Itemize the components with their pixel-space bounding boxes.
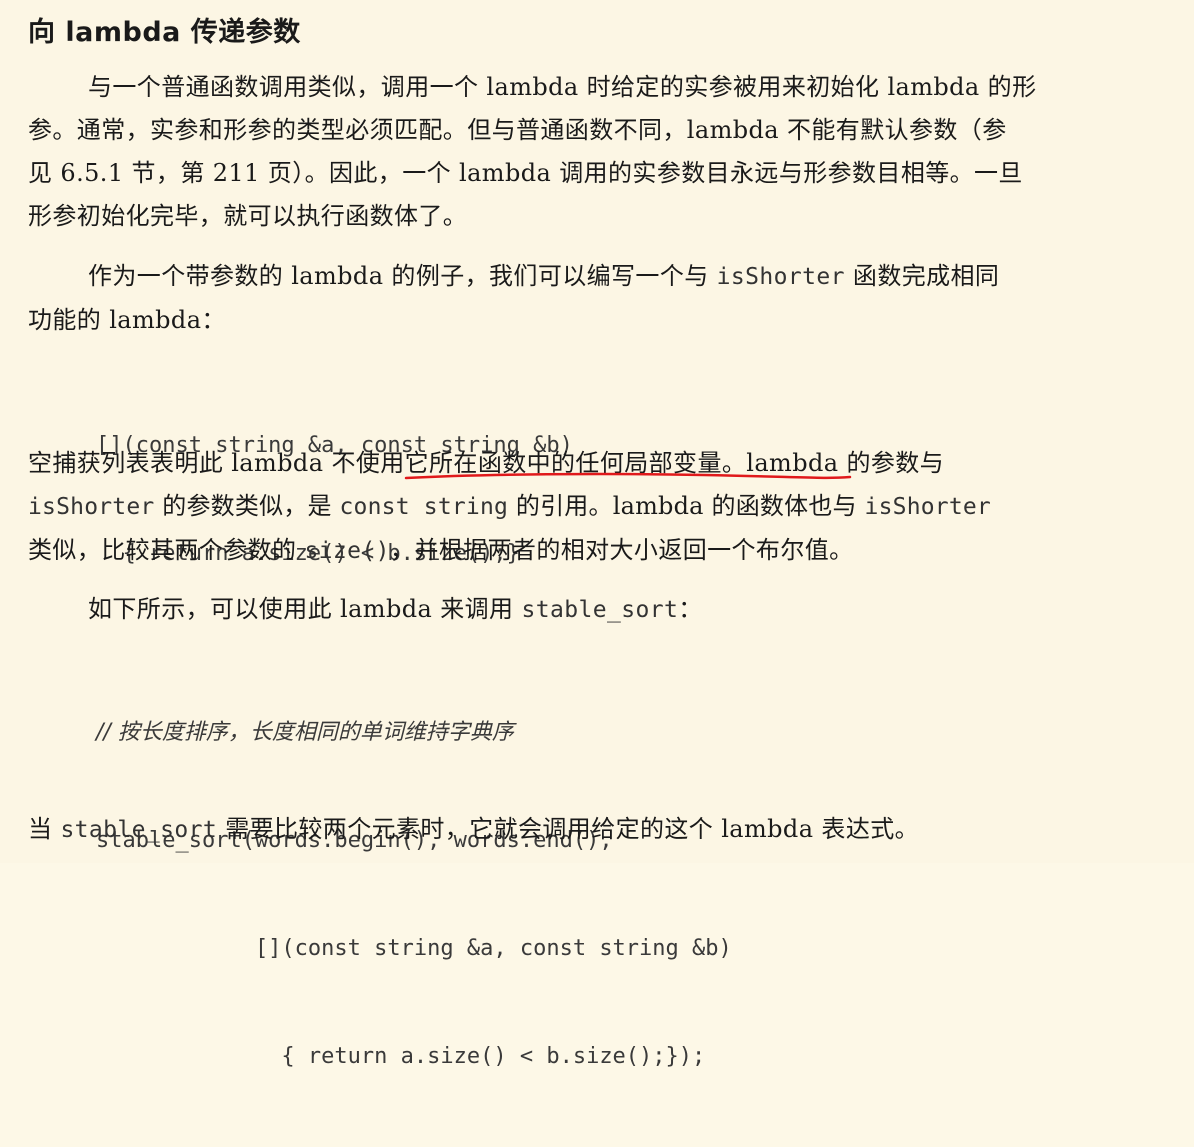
text-span: 的参数类似，是 [154, 492, 340, 520]
document-page: 向 lambda 传递参数 与一个普通函数调用类似，调用一个 lambda 时给… [0, 0, 1194, 1069]
text-span: ： [678, 595, 703, 623]
text-span: 空捕获列表表明此 lambda [28, 449, 332, 477]
inline-code: stable_sort [521, 597, 679, 623]
paragraph-2: 作为一个带参数的 lambda 的例子，我们可以编写一个与 isShorter … [28, 255, 1178, 342]
paragraph-line: 参。通常，实参和形参的类型必须匹配。但与普通函数不同，lambda 不能有默认参… [28, 116, 1007, 144]
paragraph-line: isShorter 的参数类似，是 const string 的引用。lambd… [28, 485, 1178, 529]
paragraph-line: 形参初始化完毕，就可以执行函数体了。 [28, 202, 468, 230]
red-underline-annotation [404, 472, 852, 480]
paragraph-line: 如下所示，可以使用此 lambda 来调用 stable_sort： [28, 588, 1178, 632]
paragraph-line: 当 stable_sort 需要比较两个元素时，它就会调用给定的这个 lambd… [28, 808, 1178, 852]
inline-code: stable_sort [60, 817, 218, 843]
inline-code: isShorter [716, 264, 845, 290]
paragraph-3: 空捕获列表表明此 lambda 不使用它所在函数中的任何局部变量。lambda … [28, 442, 1178, 573]
paragraph-line: 见 6.5.1 节，第 211 页）。因此，一个 lambda 调用的实参数目永… [28, 159, 1023, 187]
code-comment: // 按长度排序，长度相同的单词维持字典序 [96, 720, 514, 745]
paragraph-5: 当 stable_sort 需要比较两个元素时，它就会调用给定的这个 lambd… [28, 808, 1178, 852]
paragraph-1: 与一个普通函数调用类似，调用一个 lambda 时给定的实参被用来初始化 lam… [28, 66, 1178, 238]
text-span: 作为一个带参数的 lambda 的例子，我们可以编写一个与 [88, 262, 717, 290]
inline-code: const string [339, 494, 509, 520]
code-block-2: // 按长度排序，长度相同的单词维持字典序 stable_sort(words.… [96, 643, 732, 1147]
code-line: [](const string &a, const string &b) [96, 936, 732, 961]
paragraph-line: 类似，比较其两个参数的 size()，并根据两者的相对大小返回一个布尔值。 [28, 529, 1178, 573]
text-span: 类似，比较其两个参数的 [28, 536, 305, 564]
text-span: 需要比较两个元素时，它就会调用给定的这个 lambda 表达式。 [217, 815, 920, 843]
inline-code: size() [304, 538, 390, 564]
text-span: 如下所示，可以使用此 lambda 来调用 [88, 595, 522, 623]
inline-code: isShorter [28, 494, 155, 520]
inline-code: isShorter [864, 494, 991, 520]
text-span: 当 [28, 815, 61, 843]
text-span: ，并根据两者的相对大小返回一个布尔值。 [389, 536, 854, 564]
code-line: { return a.size() < b.size();}); [96, 1044, 706, 1069]
paragraph-line: 与一个普通函数调用类似，调用一个 lambda 时给定的实参被用来初始化 lam… [88, 73, 1037, 101]
paragraph-line: 功能的 lambda： [28, 306, 226, 334]
section-heading: 向 lambda 传递参数 [28, 17, 301, 48]
text-span: 的引用。lambda 的函数体也与 [508, 492, 865, 520]
text-span: 函数完成相同 [844, 262, 1000, 290]
paragraph-4: 如下所示，可以使用此 lambda 来调用 stable_sort： [28, 588, 1178, 632]
paragraph-line: 作为一个带参数的 lambda 的例子，我们可以编写一个与 isShorter … [28, 255, 1178, 299]
